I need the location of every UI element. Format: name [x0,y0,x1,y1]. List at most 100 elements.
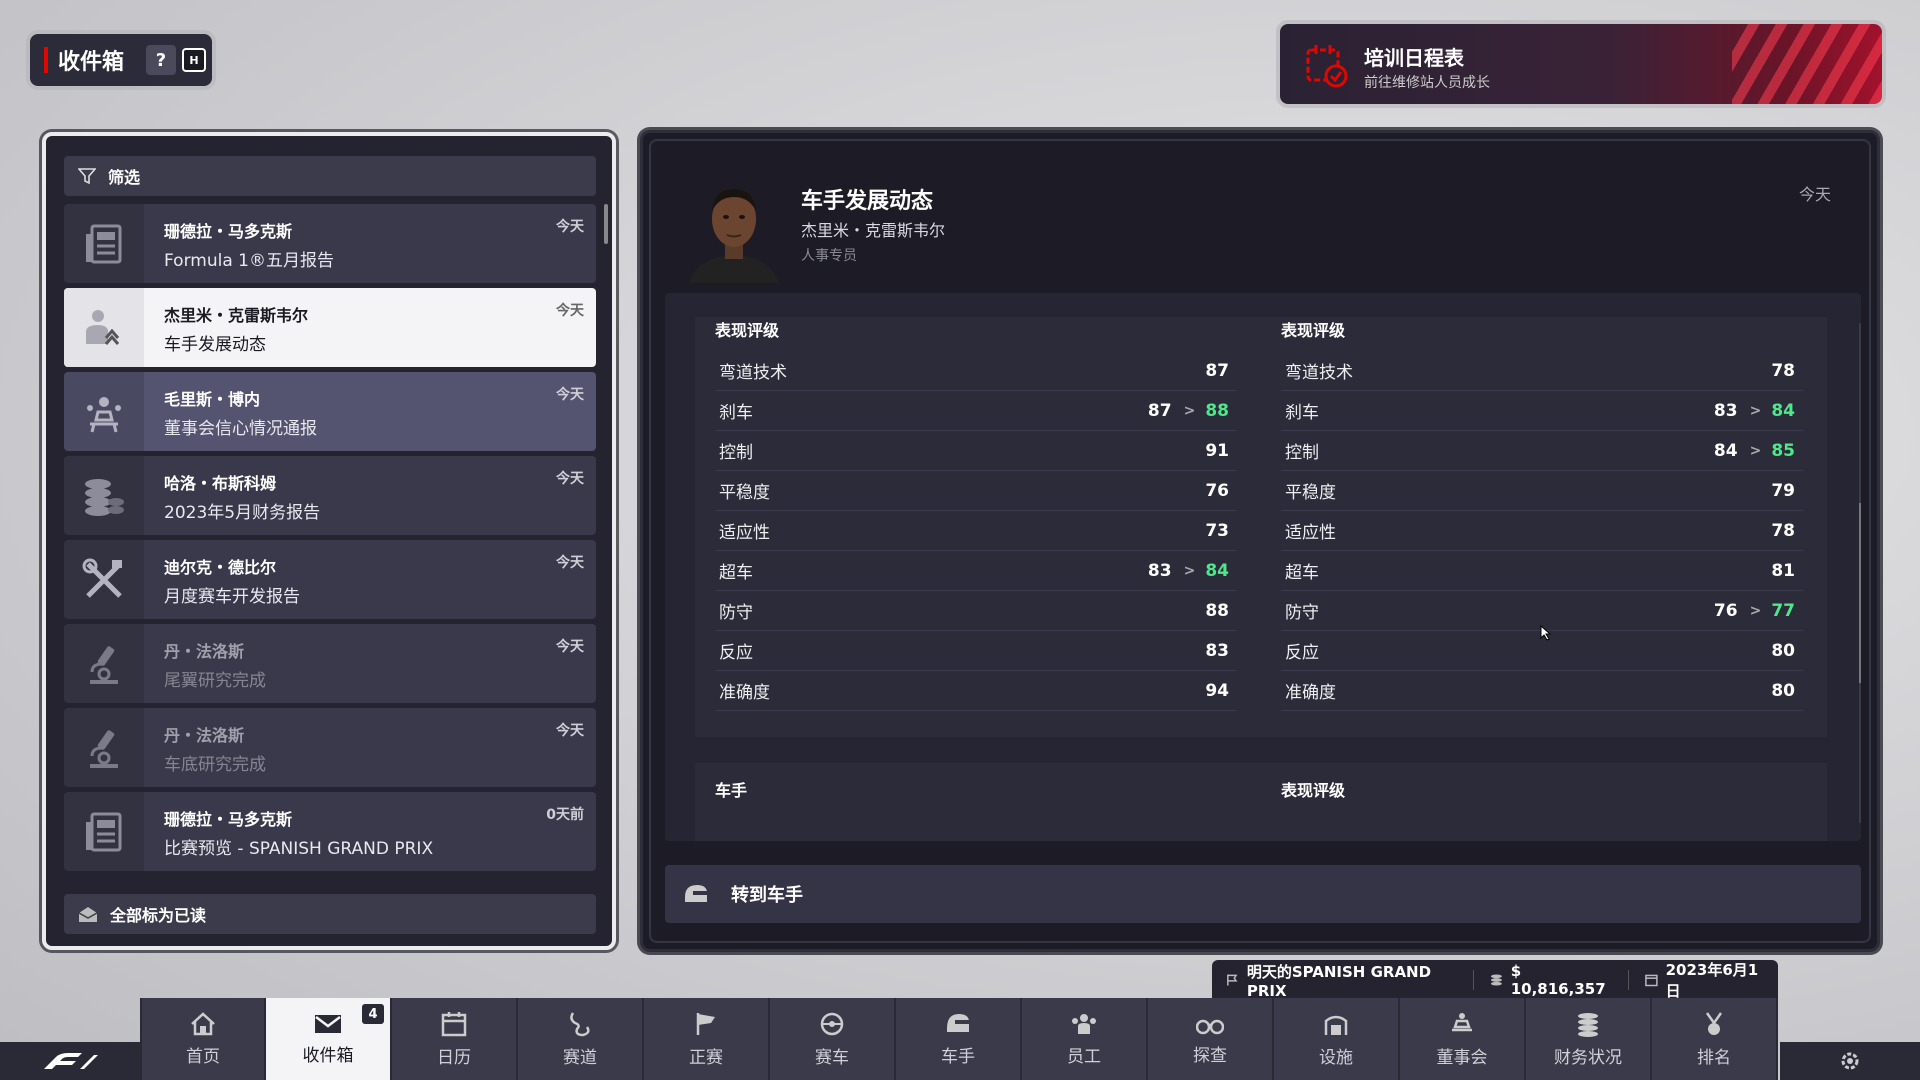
nav-standings[interactable]: 排名 [1652,998,1778,1080]
nav-finance[interactable]: 财务状况 [1526,998,1652,1080]
nav-inbox[interactable]: 收件箱 4 [266,998,392,1080]
track-icon [570,1011,590,1036]
rating-name: 反应 [719,643,753,663]
calendar-check-icon [1306,45,1348,88]
message-item[interactable]: 毛里斯・博内 董事会信心情况通报 今天 [64,372,596,451]
goto-driver-label: 转到车手 [731,885,803,906]
nav-race[interactable]: 正赛 [644,998,770,1080]
nav-calendar[interactable]: 日历 [392,998,518,1080]
rating-new-value: 84 [1205,560,1229,581]
rating-name: 防守 [1285,603,1319,623]
driver-1-ratings-card: 表现评级 弯道技术 87 刹车 87 >88 控制 91 平稳度 76 适应性 73 超车 8… [695,317,1261,737]
rating-value: 78 [1771,360,1795,381]
message-sender: 丹・法洛斯 [164,726,245,745]
nav-label: 收件箱 [302,1045,354,1066]
rating-new-value: 88 [1205,400,1229,421]
calendar-icon [1644,974,1658,987]
helmet-icon [947,1013,969,1032]
rating-new-value: 77 [1771,600,1795,621]
stats-scroll-area[interactable]: 表现评级 弯道技术 87 刹车 87 >88 控制 91 平稳度 76 适应性 73 超车 8… [665,293,1861,841]
nav-staff[interactable]: 员工 [1022,998,1148,1080]
mark-all-read-button[interactable]: 全部标为已读 [64,894,596,934]
message-item[interactable]: 迪尔克・德比尔 月度赛车开发报告 今天 [64,540,596,619]
nav-label: 车手 [941,1046,975,1067]
rating-name: 防守 [719,603,753,623]
flag-icon [1227,974,1238,986]
inbox-header: 收件箱 ? H [30,34,212,86]
chevron-right-icon: > [1749,402,1762,419]
ratings-card-lower-right: 表现评级 [1261,763,1827,841]
nav-facilities[interactable]: 设施 [1274,998,1400,1080]
message-item-selected[interactable]: 杰里米・克雷斯韦尔 车手发展动态 今天 [64,288,596,367]
rating-new-value: 85 [1771,440,1795,461]
rating-value: 73 [1205,520,1229,541]
training-title: 培训日程表 [1364,46,1464,70]
f1-logo-icon [44,1053,98,1069]
bottom-nav: 首页 收件箱 4 日历 赛道 正赛 赛车 车手 员工 探查 设施 董事会 财务状… [140,998,1780,1080]
money-status: $ 10,816,357 [1490,962,1612,998]
message-subject: 月度赛车开发报告 [164,587,300,607]
sender-role: 人事专员 [801,248,857,264]
rating-row: 平稳度 79 [1281,471,1803,511]
rating-name: 弯道技术 [719,363,787,383]
message-subject: 比赛预览 - SPANISH GRAND PRIX [164,839,434,859]
rating-row: 弯道技术 87 [715,351,1237,391]
rating-row: 控制 91 [715,431,1237,471]
mouse-cursor-icon [1540,625,1552,641]
page-title: 收件箱 [58,50,125,75]
nav-home[interactable]: 首页 [140,998,266,1080]
coins-icon [85,478,124,516]
training-schedule-banner[interactable]: 培训日程表 前往维修站人员成长 [1280,24,1882,104]
filter-icon [78,168,96,185]
accent-bar [44,47,48,73]
avatar [689,175,779,283]
date-text: 2023年6月1日 [1665,961,1759,1000]
next-race-text: 明天的SPANISH GRAND PRIX [1246,962,1432,1000]
message-icon-box [64,792,144,871]
filter-button[interactable]: 筛选 [64,156,596,196]
envelope-open-icon [78,907,98,922]
rating-value: 83 [1147,560,1172,581]
message-subject: Formula 1®五月报告 [164,251,334,271]
rating-row: 准确度 94 [715,671,1237,711]
rating-value: 87 [1205,360,1229,381]
nav-drivers[interactable]: 车手 [896,998,1022,1080]
nav-track[interactable]: 赛道 [518,998,644,1080]
message-subject: 董事会信心情况通报 [164,419,317,439]
rating-row: 超车 81 [1281,551,1803,591]
flag-icon [696,1012,715,1035]
message-item[interactable]: 珊德拉・马多克斯 比赛预览 - SPANISH GRAND PRIX 0天前 [64,792,596,871]
message-time: 今天 [556,219,584,235]
message-sender: 珊德拉・马多克斯 [164,222,293,241]
driver-card-lower-left: 车手 [695,763,1261,841]
scrollbar-thumb[interactable] [1859,503,1861,683]
nav-car[interactable]: 赛车 [770,998,896,1080]
message-item-read[interactable]: 丹・法洛斯 车底研究完成 今天 [64,708,596,787]
nav-scouting[interactable]: 探查 [1148,998,1274,1080]
message-title: 车手发展动态 [801,189,934,214]
filter-label: 筛选 [108,168,141,187]
gear-icon [1841,1052,1859,1070]
rating-name: 超车 [719,563,753,583]
message-item-read[interactable]: 丹・法洛斯 尾翼研究完成 今天 [64,624,596,703]
detail-scrollbar[interactable] [1859,323,1861,823]
rating-value: 76 [1713,600,1738,621]
help-button[interactable]: ? [146,45,177,75]
microscope-icon [90,729,118,768]
message-sender: 丹・法洛斯 [164,642,245,661]
goto-driver-button[interactable]: 转到车手 [665,865,1861,923]
rating-value: 83 [1205,640,1229,661]
message-item[interactable]: 珊德拉・马多克斯 Formula 1®五月报告 今天 [64,204,596,283]
message-icon-box [64,708,144,787]
message-sender: 哈洛・布斯科姆 [164,474,277,493]
message-item[interactable]: 哈洛・布斯科姆 2023年5月财务报告 今天 [64,456,596,535]
rating-row: 超车 83 >84 [715,551,1237,591]
nav-label: 财务状况 [1554,1047,1622,1068]
nav-board[interactable]: 董事会 [1400,998,1526,1080]
mail-icon [315,1014,341,1033]
rating-value: 78 [1771,520,1795,541]
list-scrollbar[interactable] [604,204,608,244]
message-sender: 珊德拉・马多克斯 [164,810,293,829]
message-sender: 毛里斯・博内 [164,390,261,409]
settings-button[interactable] [1780,1042,1920,1080]
